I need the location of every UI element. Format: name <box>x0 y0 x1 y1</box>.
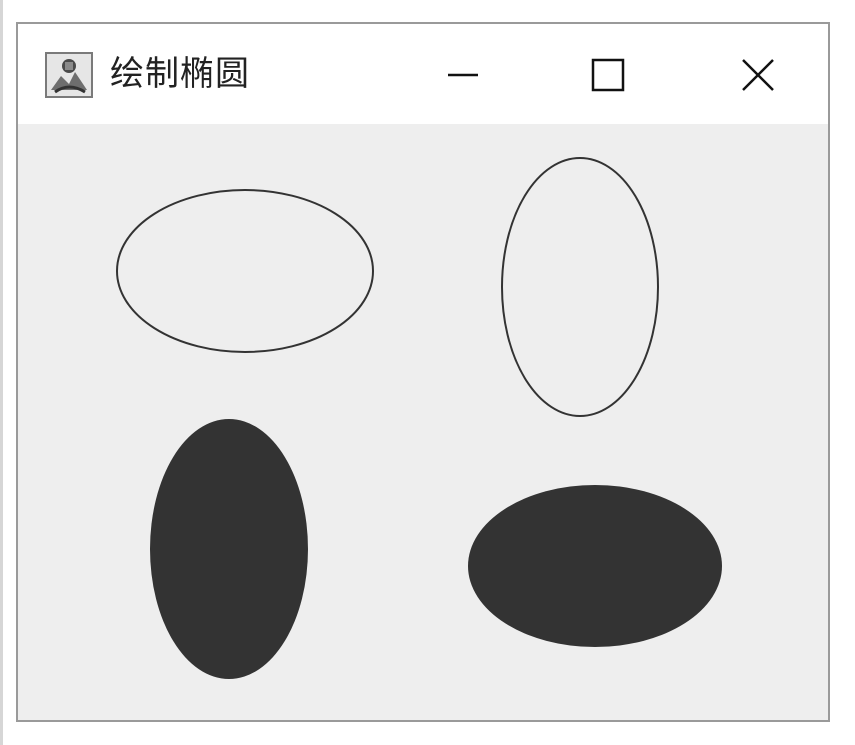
filled-horizontal-ellipse <box>468 485 722 647</box>
app-window: 绘制椭圆 <box>16 22 830 722</box>
close-button[interactable] <box>713 42 803 108</box>
java-app-icon[interactable] <box>45 52 93 98</box>
minimize-button[interactable] <box>418 42 508 108</box>
background-window-edge <box>0 0 3 745</box>
filled-vertical-ellipse <box>150 419 308 679</box>
ellipse-drawing <box>116 157 722 679</box>
drawing-canvas <box>18 124 828 720</box>
minimize-icon <box>448 73 478 77</box>
outlined-horizontal-ellipse <box>116 189 374 353</box>
maximize-button[interactable] <box>563 42 653 108</box>
title-bar[interactable]: 绘制椭圆 <box>18 24 828 124</box>
maximize-icon <box>591 58 625 92</box>
outlined-vertical-ellipse <box>501 157 659 417</box>
window-title: 绘制椭圆 <box>110 54 250 94</box>
close-icon <box>742 59 774 91</box>
